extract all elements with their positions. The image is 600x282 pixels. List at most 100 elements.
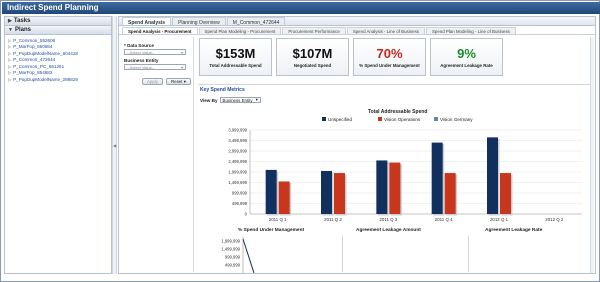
bar [444, 173, 456, 214]
kpi-agreement-leakage-rate[interactable]: 9% Agreement Leakage Rate [430, 38, 503, 76]
kpi-value: 70% [376, 46, 403, 61]
y-tick-label: 499,999 [232, 201, 248, 206]
plans-section-header[interactable]: ▼ Plans [5, 26, 111, 35]
subtab-spend-plan-modeling-lob[interactable]: Spend Plan Modeling - Line of Business [425, 27, 516, 34]
expand-icon[interactable]: ▷ [8, 64, 11, 69]
key-spend-metrics: Key Spend Metrics View By Business Entit… [198, 84, 594, 273]
legend-label: Vision Operations [384, 117, 421, 122]
y-tick-label: 0 [245, 212, 248, 217]
kpi-label: % Spend Under Management [359, 63, 420, 68]
data-source-label: * Data Source [124, 43, 154, 48]
plan-link[interactable]: P_MarFop_550684 [13, 44, 52, 49]
x-tick-label: 2011 Q 4 [435, 217, 453, 222]
dropdown-arrow-icon[interactable]: ▾ [181, 50, 183, 55]
kpi-tiles: $153M Total Addressable Spend $107M Nego… [199, 38, 503, 76]
filter-panel: * Data Source --Select Value-- ▾ Busines… [122, 37, 194, 272]
collapse-left-icon[interactable]: ◀ [113, 143, 116, 148]
dropdown-arrow-icon[interactable]: ▾ [256, 97, 258, 103]
mini-y-tick-label: 1,499,999 [221, 247, 240, 252]
kpi-label: Negotiated Spend [293, 63, 332, 68]
expand-icon[interactable]: ▷ [8, 57, 11, 62]
business-entity-label: Business Entity [124, 58, 159, 63]
plan-link[interactable]: P_Common_552606 [13, 38, 55, 43]
subtab-spend-analysis-procurement[interactable]: Spend Analysis - Procurement [122, 27, 198, 34]
apply-button[interactable]: Apply [142, 78, 163, 85]
expand-icon[interactable]: ▷ [8, 77, 11, 82]
x-tick-label: 2012 Q 2 [545, 217, 564, 222]
bar [278, 181, 290, 214]
plan-link[interactable]: P_PopDupModelName_298829 [13, 77, 78, 82]
dropdown-arrow-icon[interactable]: ▾ [181, 65, 183, 70]
metrics-title: Key Spend Metrics [200, 87, 245, 93]
data-source-value: --Select Value-- [127, 49, 155, 55]
bar [321, 170, 332, 214]
navigator-panel: ▶ Tasks ▼ Plans ▷ P_Common_552606 ▷ P_MarF… [4, 16, 112, 274]
data-source-select[interactable]: --Select Value-- ▾ [124, 49, 186, 55]
bar [265, 169, 277, 214]
legend-swatch [378, 117, 382, 121]
tab-spend-analysis[interactable]: Spend Analysis [122, 17, 172, 26]
subtab-spend-analysis-lob[interactable]: Spend Analysis - Line of Business [346, 27, 425, 34]
tasks-label: Tasks [13, 18, 31, 24]
expand-icon[interactable]: ▷ [8, 51, 11, 56]
main-panel: Spend Analysis Planning Overview M_Commo… [118, 16, 596, 274]
kpi-value: $153M [215, 46, 256, 61]
bottom-charts: % Spend Under Management Agreement Leaka… [198, 228, 594, 273]
legend-label: Vision Germany [440, 117, 473, 122]
business-entity-select[interactable]: --Select Value-- ▾ [124, 64, 186, 70]
kpi-value: 9% [457, 46, 476, 61]
mini-y-tick-label: 999,999 [225, 255, 241, 260]
vertical-scrollbar[interactable] [590, 37, 594, 273]
expand-icon[interactable]: ▷ [8, 70, 11, 75]
plan-list: ▷ P_Common_552606 ▷ P_MarFop_550684 ▷ P_Pop… [5, 35, 111, 85]
chevron-down-icon: ▾ [182, 78, 186, 84]
kpi-spend-under-management[interactable]: 70% % Spend Under Management [353, 38, 426, 76]
bar [487, 137, 498, 214]
tab-model[interactable]: M_Common_472644 [226, 17, 286, 26]
divider [342, 236, 343, 272]
subtab-procurement-performance[interactable]: Procurement Performance [282, 27, 346, 34]
bar [389, 162, 401, 214]
x-tick-label: 2011 Q 1 [269, 217, 287, 222]
bar [500, 173, 511, 214]
divider [468, 236, 469, 272]
x-tick-label: 2011 Q 2 [324, 217, 342, 222]
app-window: Indirect Spend Planning ▶ Tasks ▼ Plans … [0, 0, 600, 282]
tab-planning-overview[interactable]: Planning Overview [172, 17, 226, 26]
legend-swatch [434, 117, 438, 121]
navigator-splitter[interactable]: ◀ [112, 16, 117, 274]
app-title-bar: Indirect Spend Planning [2, 2, 600, 14]
view-by-select[interactable]: Business Entity ▾ [219, 97, 261, 103]
view-by-value: Business Entity [222, 97, 253, 103]
reset-button[interactable]: Reset ▾ [165, 78, 191, 85]
kpi-total-addressable-spend[interactable]: $153M Total Addressable Spend [199, 38, 272, 76]
plan-item[interactable]: ▷ P_PopDupModelName_298829 [8, 76, 108, 83]
main-tabs: Spend Analysis Planning Overview M_Commo… [119, 17, 595, 26]
y-tick-label: 1,999,999 [228, 170, 247, 175]
mini-y-tick-label: 499,999 [225, 263, 241, 268]
kpi-negotiated-spend[interactable]: $107M Negotiated Spend [276, 38, 349, 76]
kpi-label: Agreement Leakage Rate [440, 63, 493, 68]
plan-link[interactable]: P_Common_PC_651261 [13, 64, 64, 69]
tasks-section-header[interactable]: ▶ Tasks [5, 17, 111, 26]
x-tick-label: 2012 Q 1 [490, 217, 509, 222]
y-tick-label: 2,999,999 [228, 149, 247, 154]
legend-label: Unspecified [328, 117, 352, 122]
bar [431, 142, 443, 214]
y-tick-label: 3,999,999 [228, 128, 247, 133]
plans-label: Plans [14, 27, 31, 33]
sub-tabs: Spend Analysis - Procurement Spend Plan … [119, 27, 595, 35]
plan-link[interactable]: P_MarFop_854682 [13, 70, 52, 75]
plan-link[interactable]: P_PopDupModelName_604428 [13, 51, 78, 56]
expand-icon[interactable]: ▷ [8, 38, 11, 43]
subtab-spend-plan-modeling-procurement[interactable]: Spend Plan Modeling - Procurement [198, 27, 282, 34]
plan-link[interactable]: P_Common_472644 [13, 57, 55, 62]
expand-arrow-icon[interactable]: ▼ [8, 27, 13, 33]
spend-bar-chart: Unspecified Vision Operations Vision Germa… [228, 117, 582, 222]
agreement-leakage-rate-title: Agreement Leakage Rate [485, 228, 543, 233]
business-entity-value: --Select Value-- [127, 64, 155, 70]
reset-label: Reset [170, 79, 183, 84]
expand-icon[interactable]: ▷ [8, 44, 11, 49]
collapse-arrow-icon[interactable]: ▶ [8, 18, 12, 24]
bar [334, 173, 345, 214]
